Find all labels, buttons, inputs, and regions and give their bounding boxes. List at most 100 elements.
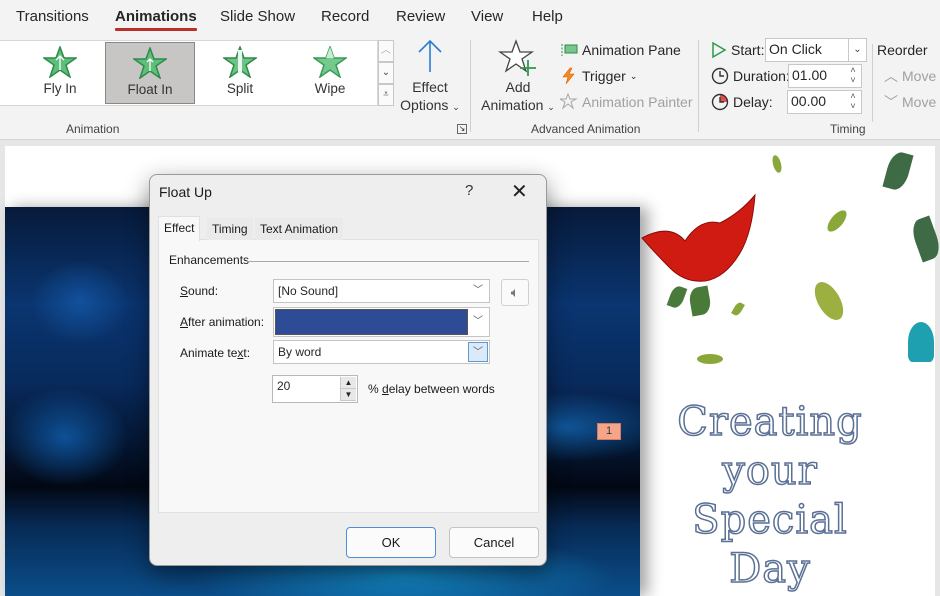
tab-record[interactable]: Record <box>321 8 369 25</box>
slide-title-textbox[interactable]: Creating your Special Day <box>650 398 890 594</box>
tab-effect[interactable]: Effect <box>158 216 201 241</box>
gallery-item-split[interactable]: Split <box>195 42 285 104</box>
cancel-button[interactable]: Cancel <box>449 527 539 558</box>
duration-value: 01.00 <box>792 67 828 83</box>
animation-order-tag[interactable]: 1 <box>597 423 621 440</box>
title-line: Creating <box>677 398 863 446</box>
ribbon: Fly In Float In Split Wipe ︿ ⌄ ⩡ Effect … <box>0 36 940 140</box>
animation-painter-button[interactable]: Animation Painter <box>560 92 693 112</box>
delay-percent-value: 20 <box>277 379 291 393</box>
leaf-image <box>697 354 723 364</box>
gallery-item-wipe[interactable]: Wipe <box>285 42 375 104</box>
gallery-item-label: Split <box>226 81 254 96</box>
animate-text-value: By word <box>278 345 322 359</box>
effect-options-line1: Effect <box>412 79 448 95</box>
add-animation-line1: Add <box>505 79 531 95</box>
chevron-down-icon: ﹀ <box>468 342 488 362</box>
title-line: Special <box>691 496 848 544</box>
ok-button[interactable]: OK <box>346 527 436 558</box>
wipe-star-icon <box>313 46 347 78</box>
tab-animations[interactable]: Animations <box>115 8 197 31</box>
delay-value: 00.00 <box>791 93 827 109</box>
red-petal-image[interactable] <box>640 193 760 283</box>
delay-input[interactable]: 00.00 ˄ ˅ <box>787 90 862 114</box>
play-icon <box>712 41 727 59</box>
start-dropdown[interactable]: On Click ⌄ <box>765 38 867 62</box>
lightning-icon <box>562 67 575 85</box>
gallery-scroll-up[interactable]: ︿ <box>378 40 394 62</box>
animate-text-label: Animate text: <box>180 346 251 360</box>
gallery-item-label: Wipe <box>314 81 346 96</box>
close-icon[interactable]: ✕ <box>511 179 528 204</box>
delay-percent-label: % delay between words <box>368 382 495 396</box>
up-arrow-icon <box>418 39 442 72</box>
painter-star-icon <box>560 93 578 110</box>
gallery-scroll-down[interactable]: ⌄ <box>378 62 394 84</box>
effect-options-line2: Options ⌄ <box>400 97 460 113</box>
duration-spinner[interactable]: ˄ ˅ <box>847 65 859 85</box>
animation-pane-label: Animation Pane <box>582 42 681 58</box>
delay-label: Delay: <box>711 92 773 112</box>
animation-dialog-launcher[interactable]: ↘ <box>457 124 467 134</box>
group-separator <box>698 40 699 132</box>
delay-spinner[interactable]: ˄ ˅ <box>847 91 859 111</box>
section-divider <box>247 261 529 262</box>
sound-value: [No Sound] <box>278 284 339 298</box>
effect-options-button[interactable]: Effect Options ⌄ <box>396 38 464 116</box>
speaker-icon[interactable]: 🔈︎ <box>501 279 529 306</box>
gallery-item-fly-in[interactable]: Fly In <box>15 42 105 104</box>
star-plus-icon <box>497 39 536 76</box>
after-animation-dropdown[interactable]: ﹀ <box>273 307 490 337</box>
spin-up-icon[interactable]: ▲ <box>341 377 356 389</box>
trigger-label: Trigger <box>582 68 626 84</box>
reorder-separator <box>872 44 873 122</box>
after-animation-color-swatch <box>275 309 468 335</box>
delay-percent-input[interactable]: 20 ▲ ▼ <box>272 375 358 403</box>
move-earlier-button[interactable]: ︿ Move <box>884 66 936 86</box>
move-later-button[interactable]: ﹀ Move <box>884 92 936 112</box>
trigger-button[interactable]: Trigger ⌄ <box>560 66 637 86</box>
reorder-label: Reorder <box>877 42 928 58</box>
chevron-down-icon: ⌄ <box>848 39 866 61</box>
group-label-advanced-animation: Advanced Animation <box>531 122 641 136</box>
sound-label: Sound: <box>180 284 219 298</box>
group-label-timing: Timing <box>830 122 866 136</box>
tab-slide-show[interactable]: Slide Show <box>220 8 295 25</box>
animate-text-dropdown[interactable]: By word ﹀ <box>273 340 490 364</box>
spin-down-icon[interactable]: ▼ <box>341 389 356 401</box>
gallery-item-float-in[interactable]: Float In <box>105 42 195 104</box>
enhancements-heading: Enhancements <box>169 253 250 267</box>
delay-percent-spinner[interactable]: ▲ ▼ <box>340 377 356 401</box>
animation-pane-icon <box>561 44 578 56</box>
sound-dropdown[interactable]: [No Sound] ﹀ <box>273 279 490 303</box>
chevron-down-icon: ﹀ <box>884 94 898 110</box>
animation-pane-button[interactable]: Animation Pane <box>560 40 681 60</box>
tab-text-animation[interactable]: Text Animation <box>255 218 344 240</box>
tab-timing[interactable]: Timing <box>207 218 253 240</box>
float-up-dialog: Float Up ? ✕ Enhancements Sound: [No Sou… <box>149 174 547 566</box>
float-in-star-icon <box>133 47 167 79</box>
after-animation-label: After animation: <box>180 315 265 329</box>
animation-gallery: Fly In Float In Split Wipe <box>0 40 378 106</box>
add-animation-line2: Animation ⌄ <box>481 97 555 113</box>
tab-help[interactable]: Help <box>532 8 563 25</box>
add-animation-button[interactable]: Add Animation ⌄ <box>478 38 558 116</box>
title-line: your <box>721 447 818 495</box>
clock-icon <box>711 67 729 85</box>
chevron-up-icon: ︿ <box>884 68 898 84</box>
gallery-more-button[interactable]: ⩡ <box>378 84 394 106</box>
gallery-item-label: Float In <box>127 82 173 97</box>
feather-image <box>908 322 934 362</box>
chevron-down-icon: ﹀ <box>473 285 483 296</box>
help-button[interactable]: ? <box>465 182 473 199</box>
animation-painter-label: Animation Painter <box>582 94 693 110</box>
tab-review[interactable]: Review <box>396 8 445 25</box>
title-line: Day <box>728 545 811 593</box>
start-label: Start: <box>711 40 764 60</box>
split-star-icon <box>223 46 257 78</box>
tab-transitions[interactable]: Transitions <box>16 8 89 25</box>
duration-input[interactable]: 01.00 ˄ ˅ <box>788 64 862 88</box>
gallery-item-label: Fly In <box>43 81 77 96</box>
tab-view[interactable]: View <box>471 8 503 25</box>
group-label-animation: Animation <box>66 122 120 136</box>
